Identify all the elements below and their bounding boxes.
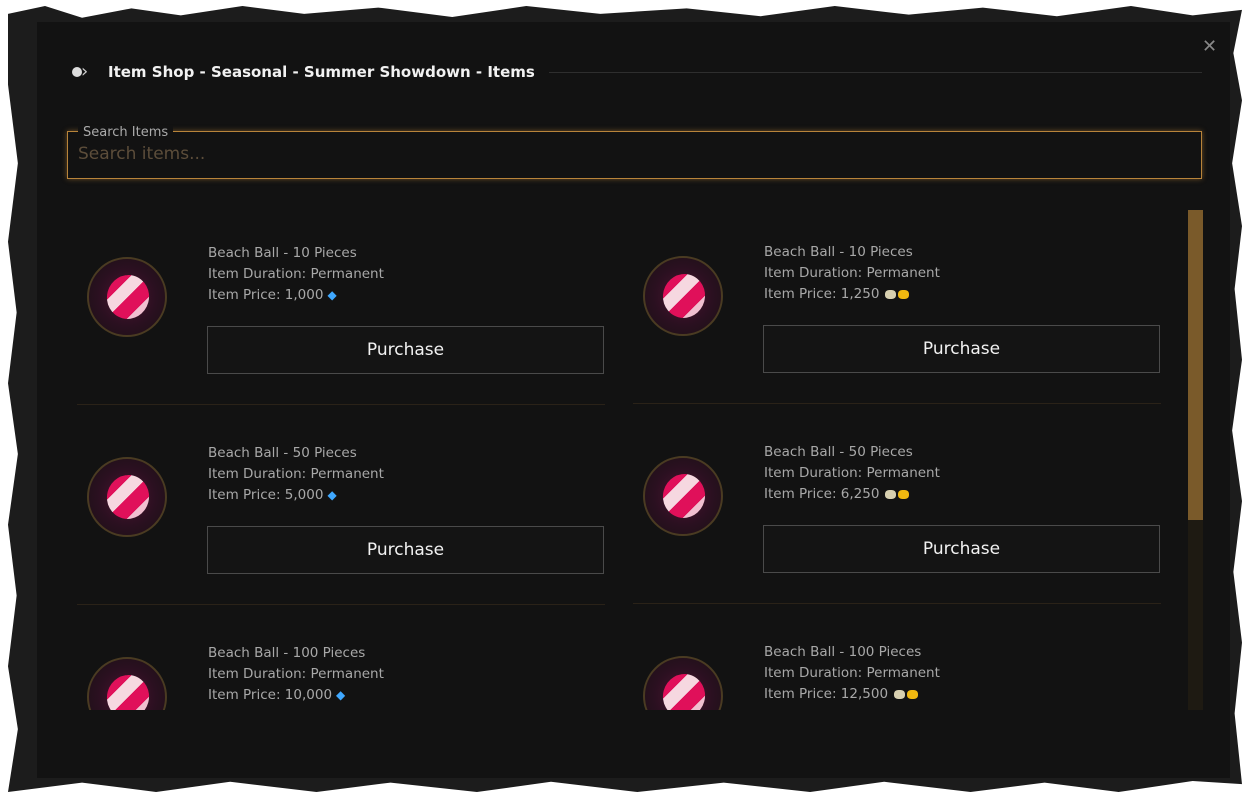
item-name: Beach Ball - 100 Pieces [764, 644, 922, 660]
purchase-button[interactable]: Purchase [207, 526, 604, 574]
dialog-title: Item Shop - Seasonal - Summer Showdown -… [108, 63, 535, 81]
purchase-button[interactable]: Purchase [207, 326, 604, 374]
item-price: Item Price: 1,000 ◆ [208, 287, 337, 303]
title-divider [548, 71, 1202, 73]
gold-coins-icon [883, 286, 910, 302]
item-duration: Item Duration: Permanent [208, 266, 384, 282]
title-bar: › Item Shop - Seasonal - Summer Showdown… [70, 60, 1202, 84]
search-input[interactable] [78, 144, 1188, 164]
beach-ball-icon [87, 457, 167, 537]
item-name: Beach Ball - 50 Pieces [208, 445, 357, 461]
item-price: Item Price: 5,000 ◆ [208, 487, 337, 503]
item-name: Beach Ball - 100 Pieces [208, 645, 366, 661]
gold-coins-icon [892, 686, 919, 702]
item-name: Beach Ball - 10 Pieces [764, 244, 913, 260]
item-price: Item Price: 6,250 [764, 484, 940, 505]
purchase-button[interactable]: Purchase [763, 525, 1160, 573]
scrollbar-thumb[interactable] [1188, 210, 1203, 520]
item-name: Beach Ball - 50 Pieces [764, 444, 913, 460]
item-card: Beach Ball - 10 Pieces Item Duration: Pe… [633, 210, 1161, 404]
search-field[interactable]: Search Items [67, 126, 1202, 179]
item-duration: Item Duration: Permanent [764, 465, 940, 481]
item-card: Beach Ball - 100 Pieces Item Duration: P… [633, 604, 1161, 710]
item-price: Item Price: 1,250 [764, 284, 940, 305]
item-list: Beach Ball - 10 Pieces Item Duration: Pe… [67, 210, 1188, 710]
item-name: Beach Ball - 10 Pieces [208, 245, 357, 261]
item-duration: Item Duration: Permanent [764, 665, 940, 681]
gold-coins-icon [883, 486, 910, 502]
gem-icon: ◆ [327, 488, 337, 502]
scrollbar[interactable] [1188, 210, 1203, 710]
search-label: Search Items [78, 126, 174, 139]
purchase-button[interactable]: Purchase [763, 325, 1160, 373]
beach-ball-icon [643, 656, 723, 710]
item-card: Beach Ball - 50 Pieces Item Duration: Pe… [633, 404, 1161, 604]
beach-ball-icon [87, 257, 167, 337]
item-card: Beach Ball - 50 Pieces Item Duration: Pe… [77, 405, 605, 605]
beach-ball-icon [87, 657, 167, 710]
item-price: Item Price: 12,500 [764, 684, 940, 705]
item-duration: Item Duration: Permanent [208, 666, 384, 682]
beach-ball-icon [643, 256, 723, 336]
gem-icon: ◆ [336, 688, 346, 702]
gem-icon: ◆ [327, 288, 337, 302]
item-card: Beach Ball - 10 Pieces Item Duration: Pe… [77, 210, 605, 405]
item-duration: Item Duration: Permanent [764, 265, 940, 281]
logo-icon: › [70, 60, 98, 84]
item-price: Item Price: 10,000 ◆ [208, 687, 346, 703]
item-card: Beach Ball - 100 Pieces Item Duration: P… [77, 605, 605, 710]
item-duration: Item Duration: Permanent [208, 466, 384, 482]
close-icon[interactable]: ✕ [1202, 36, 1217, 57]
beach-ball-icon [643, 456, 723, 536]
